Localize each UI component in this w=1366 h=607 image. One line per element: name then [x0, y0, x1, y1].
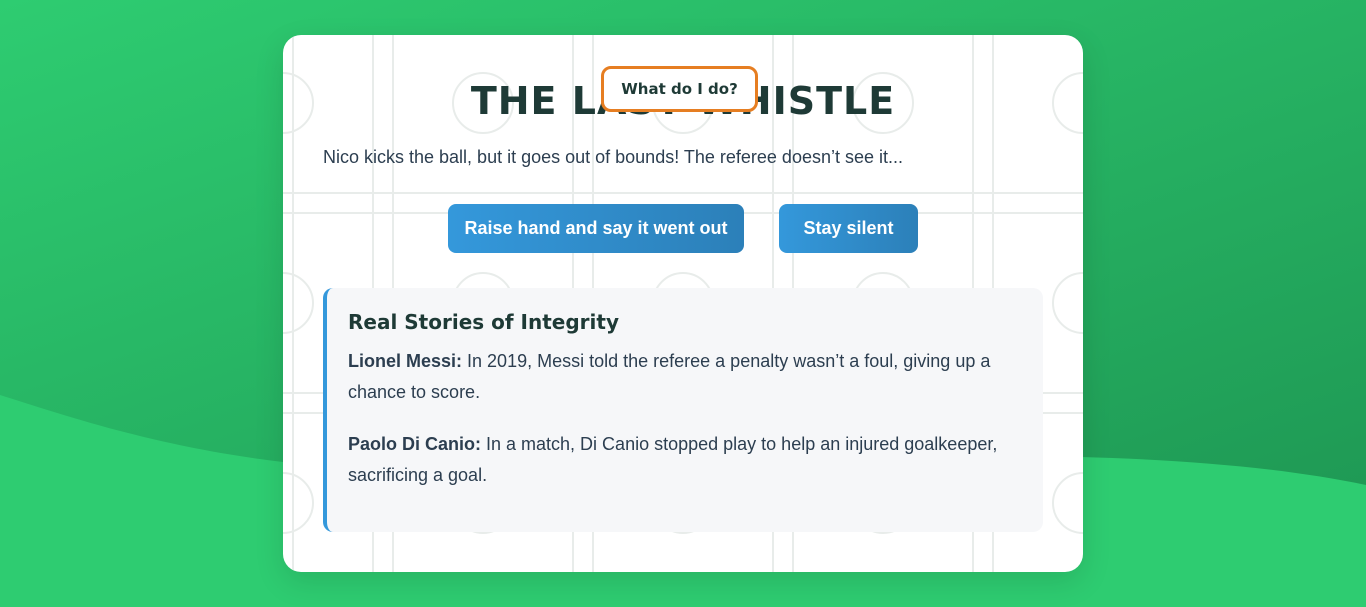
story-name: Lionel Messi: — [348, 351, 463, 371]
help-tooltip: What do I do? — [601, 66, 758, 112]
story-name: Paolo Di Canio: — [348, 434, 482, 454]
story-item: Paolo Di Canio: In a match, Di Canio sto… — [348, 429, 1019, 491]
scenario-text: Nico kicks the ball, but it goes out of … — [323, 147, 903, 167]
story-item: Lionel Messi: In 2019, Messi told the re… — [348, 346, 1019, 408]
stay-silent-button[interactable]: Stay silent — [779, 204, 918, 253]
stories-heading: Real Stories of Integrity — [348, 310, 619, 334]
scenario-card: THE LAST WHISTLE What do I do? Nico kick… — [283, 35, 1083, 572]
integrity-stories-panel: Real Stories of Integrity Lionel Messi: … — [323, 288, 1043, 532]
raise-hand-button[interactable]: Raise hand and say it went out — [448, 204, 744, 253]
